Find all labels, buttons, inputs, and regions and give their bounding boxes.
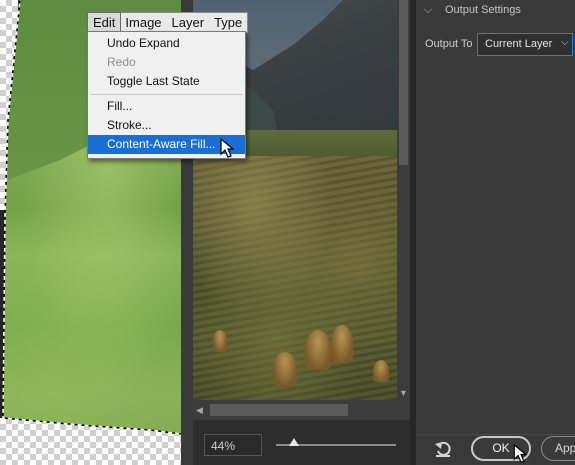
settings-panel bbox=[416, 0, 575, 465]
arrow-cursor-icon bbox=[220, 138, 235, 158]
chevron-down-icon[interactable]: ⌵ bbox=[424, 4, 432, 17]
menu-item-stroke[interactable]: Stroke... bbox=[88, 116, 245, 135]
scroll-left-arrow-icon[interactable]: ◀ bbox=[196, 403, 208, 417]
menu-item-toggle-last-state[interactable]: Toggle Last State bbox=[88, 72, 245, 91]
output-to-value: Current Layer bbox=[485, 38, 553, 50]
output-settings-heading[interactable]: Output Settings bbox=[445, 4, 521, 16]
panel-footer-divider bbox=[416, 434, 575, 435]
chevron-down-icon: ⌵ bbox=[561, 37, 569, 48]
preview-horizontal-scroll-thumb[interactable] bbox=[210, 404, 348, 416]
apply-button[interactable]: App bbox=[541, 436, 575, 461]
menu-image[interactable]: Image bbox=[120, 13, 166, 32]
menu-item-redo: Redo bbox=[107, 55, 136, 69]
arrow-cursor-icon bbox=[513, 444, 528, 463]
grass-tuft bbox=[373, 360, 389, 382]
menu-separator bbox=[90, 94, 243, 95]
grass-tuft bbox=[213, 330, 227, 352]
scroll-down-arrow-icon[interactable]: ▼ bbox=[397, 386, 410, 400]
menu-type[interactable]: Type bbox=[209, 13, 247, 32]
preview-vertical-scroll-thumb[interactable] bbox=[399, 0, 408, 165]
grass-tuft bbox=[331, 325, 353, 363]
zoom-slider-handle[interactable] bbox=[289, 438, 299, 446]
menu-item-fill[interactable]: Fill... bbox=[88, 97, 245, 116]
reset-icon[interactable] bbox=[433, 439, 453, 459]
menu-item-undo-expand[interactable]: Undo Expand bbox=[88, 34, 245, 53]
zoom-level-input[interactable]: 44% bbox=[204, 434, 262, 456]
menu-bar: Edit Image Layer Type bbox=[86, 12, 249, 33]
grass-tuft bbox=[273, 352, 297, 386]
output-to-label: Output To bbox=[425, 38, 473, 50]
menu-layer[interactable]: Layer bbox=[167, 13, 210, 32]
menu-edit[interactable]: Edit bbox=[86, 12, 122, 33]
grass-tuft bbox=[305, 330, 331, 370]
